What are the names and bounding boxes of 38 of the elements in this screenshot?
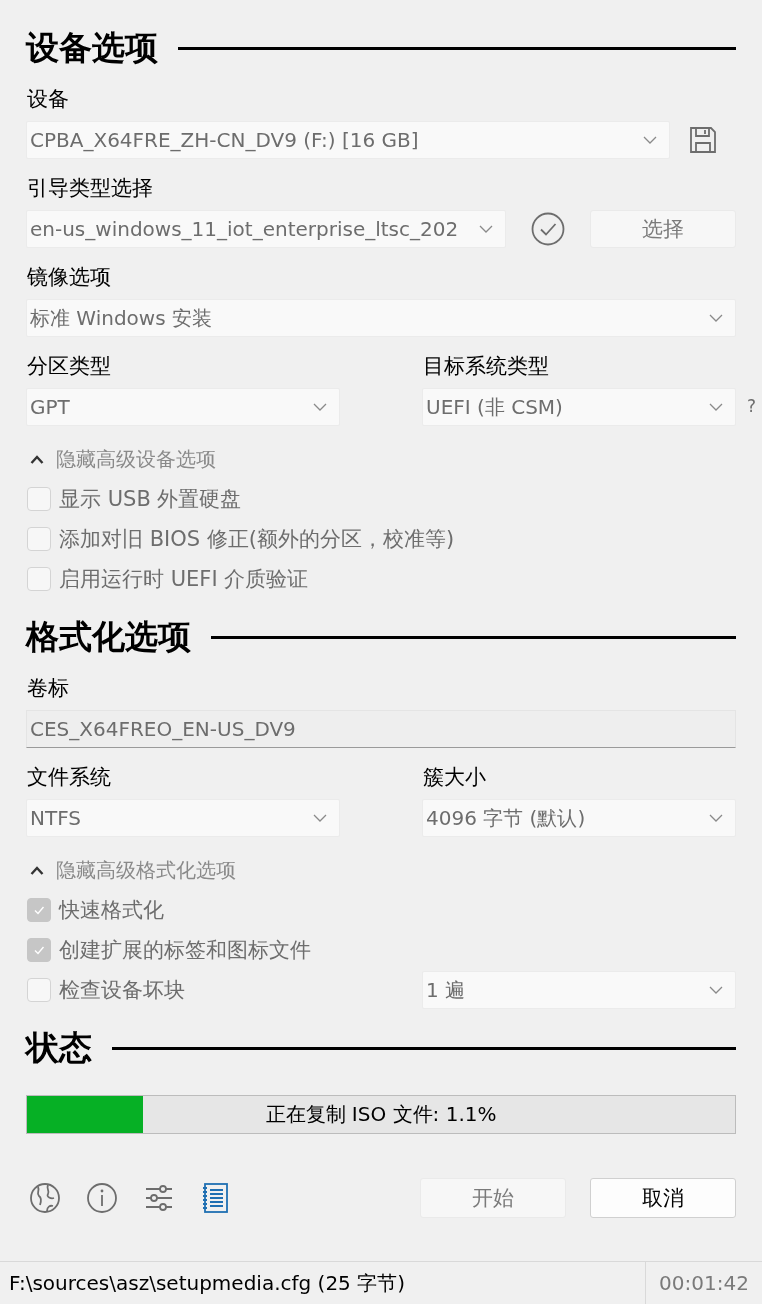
chevron-down-icon [313,814,327,822]
chevron-down-icon [709,403,723,411]
chevron-down-icon [479,225,493,233]
chevron-down-icon [313,403,327,411]
field-label: 分区类型 [26,353,112,380]
advanced-toggle[interactable]: 隐藏高级格式化选项 [56,856,236,884]
checkbox-label: 显示 USB 外置硬盘 [59,486,242,513]
chevron-down-icon [709,314,723,322]
section-heading: 设备选项 [26,28,158,68]
info-icon[interactable] [86,1182,118,1214]
field-label: 文件系统 [26,764,112,791]
field-label: 卷标 [26,675,70,702]
globe-icon[interactable] [29,1182,61,1214]
caret-up-icon[interactable] [30,865,44,875]
chevron-down-icon [709,986,723,994]
chevron-down-icon [643,136,657,144]
check-circle-icon[interactable] [531,212,565,246]
checkbox-label: 启用运行时 UEFI 介质验证 [59,566,309,593]
field-label: 簇大小 [422,764,487,791]
elapsed-timer: 00:01:42 [645,1262,762,1304]
field-label: 设备 [26,86,70,113]
checkbox-label: 检查设备坏块 [59,977,185,1004]
section-heading: 格式化选项 [26,617,191,657]
chevron-down-icon [709,814,723,822]
progress-text: 正在复制 ISO 文件: 1.1% [265,1101,497,1128]
caret-up-icon[interactable] [30,454,44,464]
section-heading: 状态 [26,1028,92,1068]
field-label: 目标系统类型 [422,353,550,380]
action-button[interactable]: 取消 [590,1178,736,1218]
save-icon[interactable] [688,125,718,155]
advanced-toggle[interactable]: 隐藏高级设备选项 [56,445,216,473]
settings-icon[interactable] [143,1182,175,1214]
field-label: 镜像选项 [26,264,112,291]
checkbox-label: 快速格式化 [59,897,164,924]
checkbox-label: 创建扩展的标签和图标文件 [59,937,311,964]
status-message: F:\sources\asz\setupmedia.cfg (25 字节) [8,1269,406,1297]
field-label: 引导类型选择 [26,175,154,202]
checkbox-label: 添加对旧 BIOS 修正(额外的分区，校准等) [59,526,455,553]
